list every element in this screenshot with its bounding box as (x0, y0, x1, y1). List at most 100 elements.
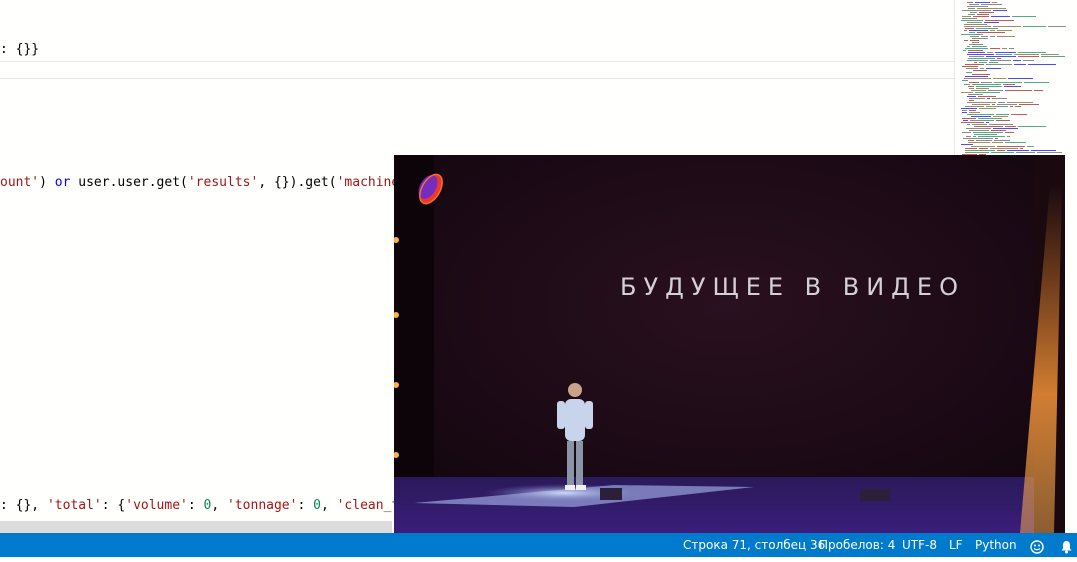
code-token: , (320, 498, 337, 513)
minimap-line (1016, 152, 1035, 153)
minimap-line (972, 42, 979, 43)
minimap-line (969, 32, 975, 33)
current-line-border (0, 78, 954, 79)
minimap-line (974, 62, 977, 63)
minimap-line (978, 136, 1005, 137)
minimap-line (1012, 16, 1036, 17)
minimap-line (967, 96, 976, 97)
minimap-line (961, 122, 984, 123)
minimap-line (997, 30, 1012, 31)
code-token: , (211, 498, 228, 513)
minimap-line (974, 126, 1003, 127)
minimap-line (972, 38, 988, 39)
language-mode[interactable]: Python (975, 533, 1017, 557)
minimap-line (976, 28, 998, 29)
minimap-line (1013, 60, 1021, 61)
minimap-line (998, 102, 1005, 103)
minimap-line (965, 148, 977, 149)
minimap-line (966, 128, 991, 129)
code-token: : (297, 498, 314, 513)
minimap-line (988, 90, 1003, 91)
code-token: : {}, (0, 498, 47, 513)
code-token: 0 (313, 498, 321, 513)
minimap-line (997, 58, 1001, 59)
minimap-line (964, 40, 968, 41)
video-overlay-player[interactable]: БУДУЩЕЕ В ВИДЕО (394, 155, 1065, 533)
minimap-line (976, 86, 1002, 87)
code-token: : { (101, 498, 126, 513)
code-line[interactable]: ount') or user.user.get('results', {}).g… (0, 175, 399, 191)
minimap-line (972, 104, 990, 105)
minimap-line (987, 98, 990, 99)
minimap-line (996, 54, 1012, 55)
minimap-line (967, 114, 994, 115)
minimap-line (1011, 114, 1027, 115)
minimap-line (1018, 126, 1046, 127)
code-token: : (187, 498, 204, 513)
smiley-icon[interactable] (1030, 538, 1044, 554)
minimap-line (989, 124, 1013, 125)
minimap-line (979, 12, 994, 13)
minimap-line (1009, 48, 1014, 49)
minimap-line (968, 14, 975, 15)
indentation-setting[interactable]: Пробелов: 4 (819, 533, 895, 557)
minimap-line (1005, 142, 1026, 143)
minimap-line (964, 30, 967, 31)
bell-icon[interactable] (1060, 538, 1073, 554)
minimap-line (974, 134, 997, 135)
minimap-line (977, 32, 1005, 33)
minimap-line (970, 12, 977, 13)
code-token: 'clean_t (336, 498, 400, 513)
minimap-line (995, 52, 1016, 53)
video-headline: БУДУЩЕЕ В ВИДЕО (620, 273, 965, 301)
minimap-line (997, 104, 1017, 105)
minimap-line (968, 86, 974, 87)
minimap-line (971, 146, 995, 147)
code-token: ) (39, 175, 55, 190)
horizontal-scrollbar[interactable] (0, 521, 392, 533)
minimap-line (997, 146, 1025, 147)
minimap-line (962, 10, 991, 11)
minimap-line (979, 62, 987, 63)
encoding-setting[interactable]: UTF-8 (902, 533, 937, 557)
minimap-line (968, 52, 985, 53)
minimap-line (961, 144, 973, 145)
minimap-line (986, 122, 989, 123)
code-token: , {}).get( (258, 175, 337, 190)
minimap-line (969, 100, 974, 101)
minimap-line (993, 116, 1008, 117)
minimap-line (962, 66, 978, 67)
minimap-line (962, 112, 967, 113)
minimap-line (991, 130, 1006, 131)
minimap-line (968, 50, 983, 51)
minimap-line (965, 28, 974, 29)
minimap-line (1023, 60, 1034, 61)
code-line[interactable]: : {}, 'total': {'volume': 0, 'tonnage': … (0, 498, 399, 514)
minimap-line (973, 70, 987, 71)
minimap-line (997, 36, 1015, 37)
minimap-line (969, 88, 974, 89)
minimap-line (990, 60, 1011, 61)
minimap-line (978, 118, 1002, 119)
minimap-line (981, 4, 1002, 5)
minimap-line (986, 64, 1012, 65)
minimap-line (964, 26, 991, 27)
minimap-line (992, 98, 1007, 99)
minimap-line (973, 136, 976, 137)
code-line[interactable]: : {}} (0, 42, 39, 58)
minimap-line (1041, 56, 1065, 57)
minimap-line (976, 88, 989, 89)
minimap-line (968, 8, 975, 9)
minimap-line (962, 80, 968, 81)
minimap-line (976, 140, 992, 141)
minimap-line (985, 20, 1014, 21)
cursor-position[interactable]: Строка 71, столбец 36 (683, 533, 825, 557)
minimap-line (986, 56, 1016, 57)
current-line-border (0, 61, 954, 62)
minimap-line (965, 48, 988, 49)
minimap-line (965, 76, 988, 77)
minimap-line (969, 82, 979, 83)
minimap-line (1034, 90, 1043, 91)
minimap-line (1007, 102, 1033, 103)
end-of-line-setting[interactable]: LF (949, 533, 963, 557)
